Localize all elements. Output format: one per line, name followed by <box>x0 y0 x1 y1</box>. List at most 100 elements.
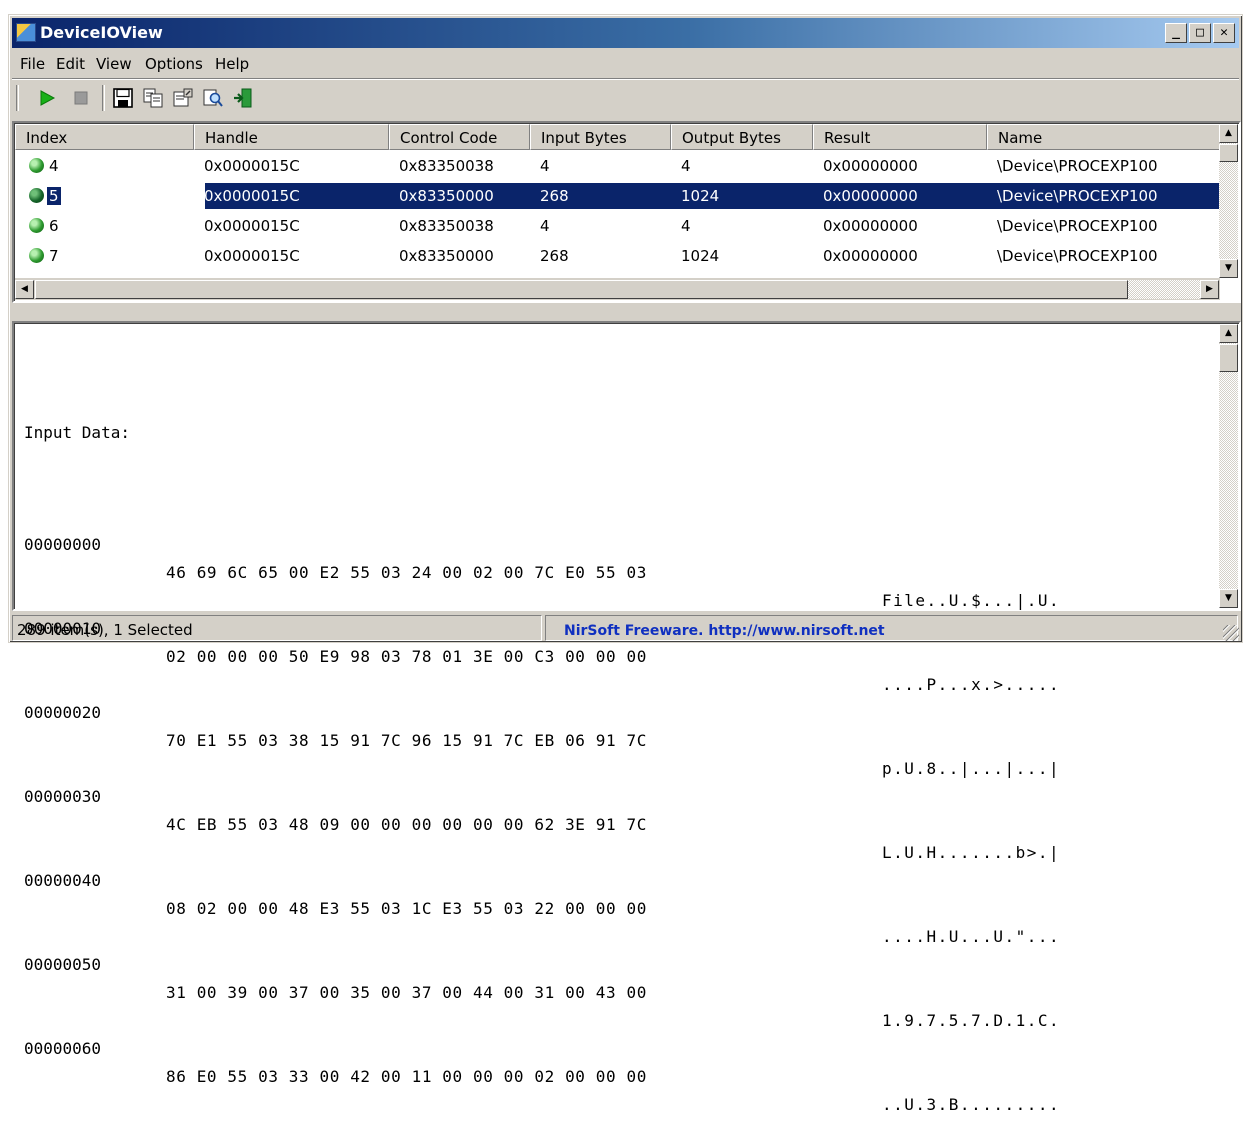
col-control-code[interactable]: Control Code <box>389 124 530 150</box>
hex-line: 00000000 46 69 6C 65 00 E2 55 03 24 00 0… <box>24 503 1059 610</box>
scroll-right-arrow-icon[interactable]: ▶ <box>1200 280 1219 299</box>
status-dot-icon <box>29 158 44 173</box>
exit-icon[interactable] <box>230 85 256 111</box>
hex-offset: 00000000 <box>24 535 102 554</box>
cell-control-code: 0x83350000 <box>399 247 494 265</box>
data-pane[interactable]: Input Data: 00000000 46 69 6C 65 00 E2 5… <box>12 321 1241 1114</box>
hex-dump: Input Data: 00000000 46 69 6C 65 00 E2 5… <box>24 363 1059 1114</box>
main-window: DeviceIOView _ □ ✕ File Edit View Option… <box>8 14 1243 1114</box>
menu-view[interactable]: View <box>96 55 132 73</box>
hex-ascii: ....H.U...U."... <box>882 927 1061 946</box>
minimize-button[interactable]: _ <box>1165 23 1187 43</box>
cell-output-bytes: 4 <box>681 217 691 235</box>
cell-name: \Device\PROCEXP100 <box>997 157 1158 175</box>
col-input-bytes[interactable]: Input Bytes <box>530 124 671 150</box>
cell-index: 5 <box>47 187 61 205</box>
cell-handle: 0x0000015C <box>204 247 300 265</box>
status-dot-icon <box>29 248 44 263</box>
hex-ascii: File..U.$...|.U. <box>882 591 1061 610</box>
menu-edit[interactable]: Edit <box>56 55 85 73</box>
list-vertical-scrollbar[interactable]: ▲ ▼ <box>1219 124 1238 278</box>
menu-help[interactable]: Help <box>215 55 249 73</box>
cell-input-bytes: 4 <box>540 217 550 235</box>
hex-bytes: 46 69 6C 65 00 E2 55 03 24 00 02 00 7C E… <box>166 563 647 582</box>
cell-control-code: 0x83350000 <box>399 187 494 205</box>
cell-handle: 0x0000015C <box>204 157 300 175</box>
cell-output-bytes: 1024 <box>681 247 720 265</box>
find-icon[interactable] <box>200 85 226 111</box>
cell-output-bytes: 4 <box>681 157 691 175</box>
cell-result: 0x00000000 <box>823 157 918 175</box>
status-dot-icon <box>29 188 44 203</box>
scroll-thumb[interactable] <box>1219 144 1238 162</box>
requests-list[interactable]: Index Handle Control Code Input Bytes Ou… <box>12 121 1241 303</box>
toolbar-grip <box>16 85 19 111</box>
hex-offset: 00000050 <box>24 955 102 974</box>
hex-bytes: 02 00 00 00 50 E9 98 03 78 01 3E 00 C3 0… <box>166 647 647 666</box>
col-result[interactable]: Result <box>813 124 987 150</box>
col-name[interactable]: Name <box>987 124 1220 150</box>
col-handle[interactable]: Handle <box>194 124 389 150</box>
cell-result: 0x00000000 <box>823 247 918 265</box>
scroll-thumb[interactable] <box>1219 344 1238 372</box>
play-icon[interactable] <box>34 85 60 111</box>
window-title: DeviceIOView <box>40 23 163 42</box>
cell-name: \Device\PROCEXP100 <box>997 247 1158 265</box>
close-button[interactable]: ✕ <box>1213 23 1235 43</box>
menu-options[interactable]: Options <box>145 55 203 73</box>
col-index[interactable]: Index <box>15 124 194 150</box>
data-vertical-scrollbar[interactable]: ▲ ▼ <box>1219 324 1238 608</box>
scroll-up-arrow-icon[interactable]: ▲ <box>1219 124 1238 143</box>
copy-icon[interactable] <box>140 85 166 111</box>
cell-name: \Device\PROCEXP100 <box>997 187 1158 205</box>
hex-line: 00000050 31 00 39 00 37 00 35 00 37 00 4… <box>24 923 1059 1030</box>
hex-bytes: 70 E1 55 03 38 15 91 7C 96 15 91 7C EB 0… <box>166 731 647 750</box>
cell-output-bytes: 1024 <box>681 187 720 205</box>
menu-bar: File Edit View Options Help <box>12 51 1239 77</box>
status-item-count: 289 item(s), 1 Selected <box>12 615 542 641</box>
cell-result: 0x00000000 <box>823 187 918 205</box>
hex-line: 00000020 70 E1 55 03 38 15 91 7C 96 15 9… <box>24 671 1059 778</box>
properties-icon[interactable] <box>170 85 196 111</box>
save-icon[interactable] <box>110 85 136 111</box>
hex-ascii: p.U.8..|...|...| <box>882 759 1061 778</box>
toolbar <box>12 78 1239 118</box>
resize-grip-icon[interactable] <box>1223 625 1239 641</box>
hex-offset: 00000040 <box>24 871 102 890</box>
hex-bytes: 31 00 39 00 37 00 35 00 37 00 44 00 31 0… <box>166 983 647 1002</box>
hex-offset: 00000030 <box>24 787 102 806</box>
scroll-left-arrow-icon[interactable]: ◀ <box>15 280 34 299</box>
hex-offset: 00000020 <box>24 703 102 722</box>
scroll-up-arrow-icon[interactable]: ▲ <box>1219 324 1238 343</box>
table-row[interactable]: 4 0x0000015C 0x83350038 4 4 0x00000000 \… <box>15 151 1219 181</box>
cell-handle: 0x0000015C <box>204 217 300 235</box>
hex-ascii: 1.9.7.5.7.D.1.C. <box>882 1011 1061 1030</box>
cell-control-code: 0x83350038 <box>399 157 494 175</box>
cell-index: 6 <box>49 217 59 235</box>
table-row[interactable]: 7 0x0000015C 0x83350000 268 1024 0x00000… <box>15 241 1219 271</box>
hex-heading: Input Data: <box>24 423 130 442</box>
status-link-panel: NirSoft Freeware. http://www.nirsoft.net <box>545 615 1238 641</box>
title-bar[interactable]: DeviceIOView _ □ ✕ <box>12 18 1239 48</box>
scroll-track[interactable] <box>1128 280 1200 299</box>
menu-file[interactable]: File <box>20 55 45 73</box>
cell-name: \Device\PROCEXP100 <box>997 217 1158 235</box>
cell-control-code: 0x83350038 <box>399 217 494 235</box>
list-horizontal-scrollbar[interactable]: ◀ ▶ <box>15 278 1220 300</box>
stop-icon[interactable] <box>68 85 94 111</box>
table-row-selected[interactable]: 5 0x0000015C 0x83350000 268 1024 0x00000… <box>15 181 1221 211</box>
table-row[interactable]: 6 0x0000015C 0x83350038 4 4 0x00000000 \… <box>15 211 1219 241</box>
cell-handle: 0x0000015C <box>204 187 300 205</box>
nirsoft-link[interactable]: NirSoft Freeware. http://www.nirsoft.net <box>550 623 885 639</box>
cell-index: 4 <box>49 157 59 175</box>
scroll-thumb[interactable] <box>35 280 1128 299</box>
col-output-bytes[interactable]: Output Bytes <box>671 124 813 150</box>
hex-ascii: ..U.3.B......... <box>882 1095 1061 1114</box>
maximize-button[interactable]: □ <box>1189 23 1211 43</box>
toolbar-separator <box>102 85 105 111</box>
hex-line: 00000060 86 E0 55 03 33 00 42 00 11 00 0… <box>24 1007 1059 1114</box>
hex-bytes: 4C EB 55 03 48 09 00 00 00 00 00 00 62 3… <box>166 815 647 834</box>
hex-line: 00000030 4C EB 55 03 48 09 00 00 00 00 0… <box>24 755 1059 862</box>
scroll-down-arrow-icon[interactable]: ▼ <box>1219 589 1238 608</box>
scroll-down-arrow-icon[interactable]: ▼ <box>1219 259 1238 278</box>
